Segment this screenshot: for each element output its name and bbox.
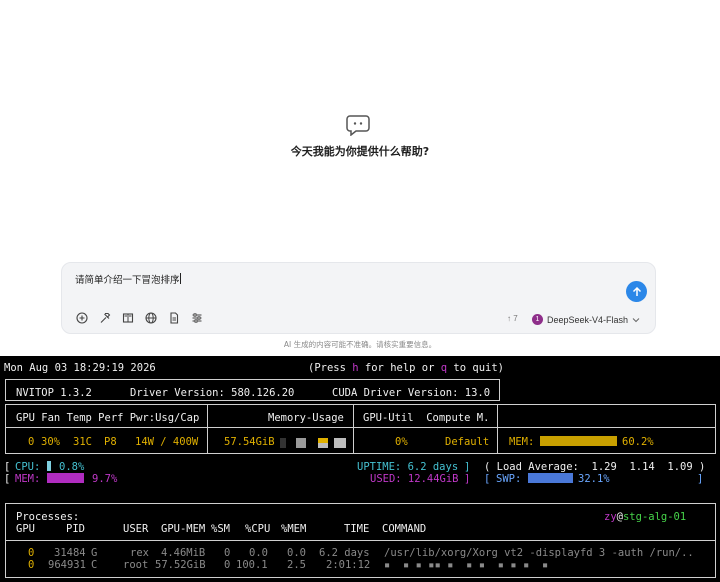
proc-type: G xyxy=(91,547,98,559)
gpu-table-divider xyxy=(5,427,716,428)
memory-sparkline xyxy=(318,443,328,448)
col-time: TIME xyxy=(344,523,370,535)
bracket: ] xyxy=(697,473,704,485)
col-user: USER xyxy=(123,523,149,535)
gpu-fan: 30% xyxy=(41,436,60,448)
datetime: Mon Aug 03 18:29:19 2026 xyxy=(4,362,156,374)
col-command: COMMAND xyxy=(382,523,427,535)
proc-gpu: 0 xyxy=(28,547,35,559)
memory-sparkline xyxy=(280,438,286,448)
nvitop-version: NVITOP 1.3.2 xyxy=(16,387,92,399)
cuda-version: CUDA Driver Version: 13.0 xyxy=(332,387,491,399)
gpu-table-divider xyxy=(497,404,498,454)
proc-sm: 0 xyxy=(224,547,231,559)
swap-label: SWP: xyxy=(496,473,522,485)
driver-version: Driver Version: 580.126.20 xyxy=(130,387,295,399)
util-header: GPU-Util Compute M. xyxy=(363,412,490,424)
col-sm: %SM xyxy=(211,523,230,535)
terminal-window: Mon Aug 03 18:29:19 2026 (Press h for he… xyxy=(0,356,720,582)
gpu-perf: P8 xyxy=(104,436,117,448)
gpu-mem-bar xyxy=(540,436,617,446)
gpu-table-divider xyxy=(207,404,208,454)
gpu-mem-label: MEM: xyxy=(509,436,535,448)
proc-sm: 0 xyxy=(224,559,231,571)
processes-title: Processes: xyxy=(16,511,80,523)
col-mem: %MEM xyxy=(281,523,307,535)
load-average: ( Load Average: 1.29 1.14 1.09 ) xyxy=(484,461,706,473)
process-table-divider xyxy=(5,540,716,541)
host-mem-percent: 9.7% xyxy=(92,473,118,485)
proc-mem: 2.5 xyxy=(287,559,306,571)
gpu-util: 0% xyxy=(395,436,408,448)
proc-gpu-mem: 57.52GiB xyxy=(155,559,206,571)
gpu-index: 0 xyxy=(28,436,35,448)
host-mem-bar xyxy=(47,473,84,483)
sliders-icon[interactable] xyxy=(189,310,204,325)
col-pid: PID xyxy=(66,523,85,535)
gpu-compute-mode: Default xyxy=(445,436,490,448)
arrow-up-icon xyxy=(632,286,641,296)
bracket: ] xyxy=(464,473,471,485)
text-caret xyxy=(179,273,181,284)
message-composer: 请简单介绍一下冒泡排序 ↑ 7 1 DeepSeek-V4-Flash xyxy=(61,262,656,334)
cpu-label: CPU: xyxy=(15,461,41,473)
help-hint: (Press h for help or q to quit) xyxy=(308,362,505,374)
swap-bar xyxy=(528,473,573,483)
chat-app: 今天我能为你提供什么帮助? 请简单介绍一下冒泡排序 ↑ 7 1 DeepSeek… xyxy=(0,0,720,356)
proc-user: root xyxy=(123,559,149,571)
swap-percent: 32.1% xyxy=(578,473,610,485)
gpu-memory: 57.54GiB xyxy=(224,436,275,448)
hammer-icon[interactable] xyxy=(97,310,112,325)
col-gpu-mem: GPU-MEM xyxy=(161,523,206,535)
proc-gpu-mem: 4.46MiB xyxy=(161,547,206,559)
send-button[interactable] xyxy=(626,281,647,302)
proc-user: rex xyxy=(130,547,149,559)
cpu-percent: 0.8% xyxy=(59,461,85,473)
gpu-table-divider xyxy=(353,404,354,454)
proc-gpu: 0 xyxy=(28,559,35,571)
bracket: [ xyxy=(4,473,11,485)
memory-header: Memory-Usage xyxy=(268,412,344,424)
proc-pid: 31484 xyxy=(54,547,86,559)
model-name: DeepSeek-V4-Flash xyxy=(547,314,629,325)
memory-sparkline xyxy=(296,438,306,448)
model-badge: 1 xyxy=(532,314,543,325)
gpu-temp: 31C xyxy=(73,436,92,448)
proc-type: C xyxy=(91,559,98,571)
cpu-bar xyxy=(47,461,51,471)
gpu-mem-percent: 60.2% xyxy=(622,436,654,448)
welcome-heading: 今天我能为你提供什么帮助? xyxy=(290,145,430,158)
col-cpu: %CPU xyxy=(245,523,271,535)
used-memory: USED: 12.44GiB xyxy=(370,473,459,485)
composer-toolbar xyxy=(74,310,204,325)
gpu-header: GPU Fan Temp Perf Pwr:Usg/Cap xyxy=(16,412,200,424)
col-gpu: GPU xyxy=(16,523,35,535)
globe-icon[interactable] xyxy=(143,310,158,325)
message-count: ↑ 7 xyxy=(507,314,518,323)
document-icon[interactable] xyxy=(166,310,181,325)
model-selector[interactable]: 1 DeepSeek-V4-Flash xyxy=(532,314,640,325)
bracket: [ xyxy=(4,461,11,473)
proc-mem: 0.0 xyxy=(287,547,306,559)
proc-command: /usr/lib/xorg/Xorg vt2 -displayfd 3 -aut… xyxy=(384,547,694,559)
gpu-power: 14W / 400W xyxy=(135,436,199,448)
uptime: UPTIME: 6.2 days xyxy=(357,461,459,473)
proc-time: 6.2 days xyxy=(319,547,370,559)
host-mem-label: MEM: xyxy=(15,473,41,485)
proc-cpu: 0.0 xyxy=(249,547,268,559)
disclaimer-text: AI 生成的内容可能不准确。请核实重要信息。 xyxy=(283,340,437,349)
chevron-down-icon xyxy=(632,317,640,322)
bracket: [ xyxy=(484,473,491,485)
message-input[interactable]: 请简单介绍一下冒泡排序 xyxy=(75,272,181,286)
proc-cpu: 100.1 xyxy=(236,559,268,571)
proc-command-redacted: ▪ ▪ ▪ ▪▪ ▪ ▪ ▪ ▪ ▪ ▪ ▪ xyxy=(384,559,549,571)
user-host: zy@stg-alg-01 xyxy=(604,511,687,523)
proc-time: 2:01:12 xyxy=(326,559,371,571)
proc-pid: 964931 xyxy=(48,559,86,571)
plus-circle-icon[interactable] xyxy=(74,310,89,325)
book-icon[interactable] xyxy=(120,310,135,325)
memory-sparkline xyxy=(334,438,346,448)
bracket: ] xyxy=(464,461,471,473)
chat-bubble-icon xyxy=(346,114,370,137)
